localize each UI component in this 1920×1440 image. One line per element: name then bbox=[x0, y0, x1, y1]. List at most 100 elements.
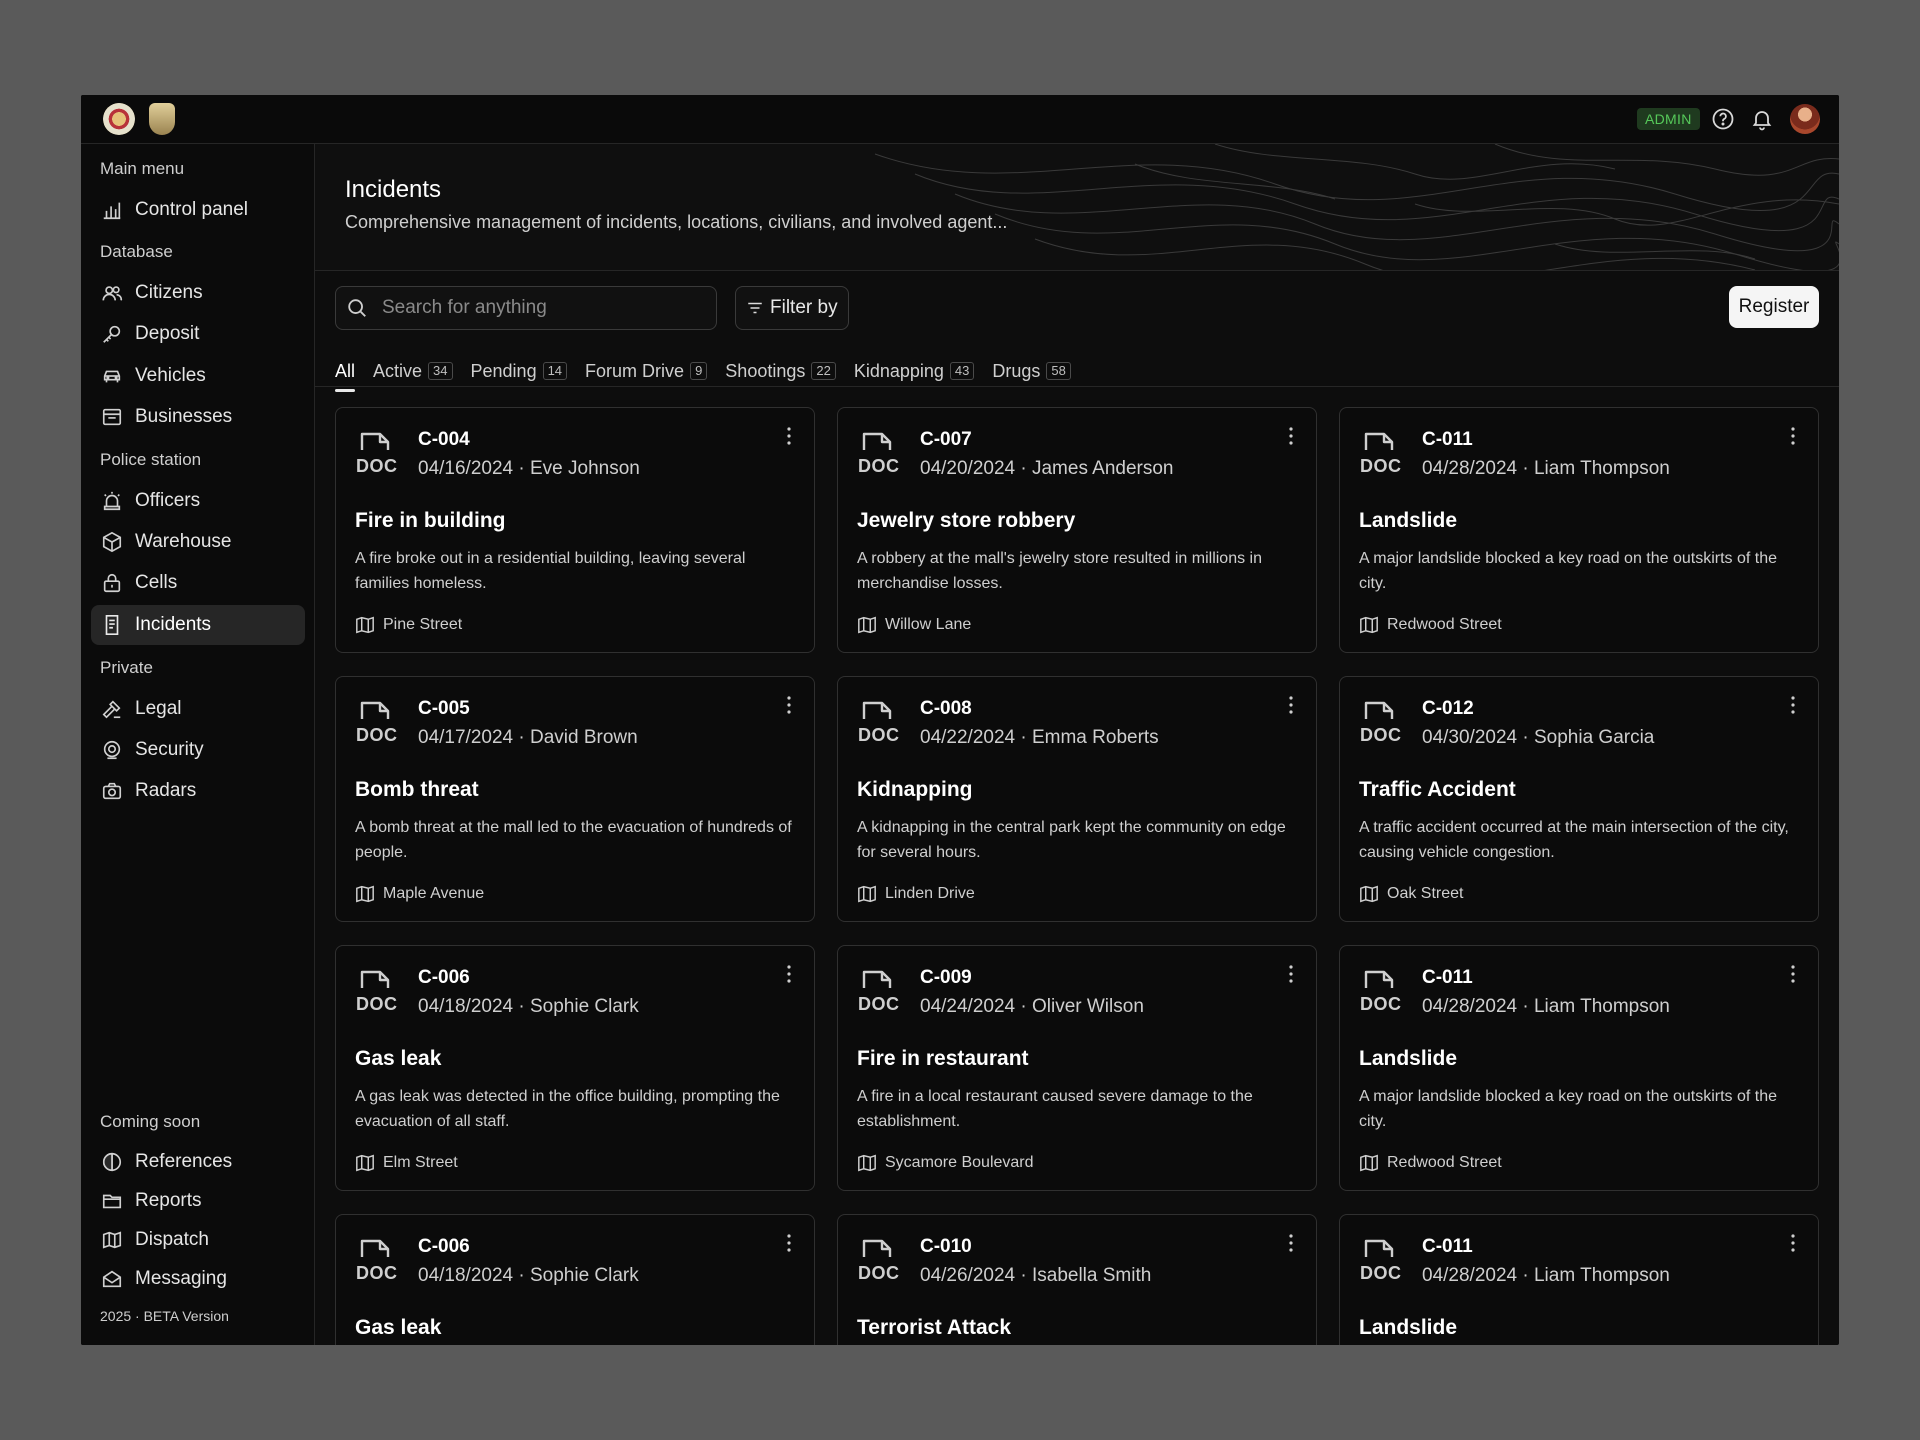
case-id: C-005 bbox=[418, 698, 470, 719]
case-meta: 04/26/2024 · Isabella Smith bbox=[920, 1265, 1152, 1286]
incident-card[interactable]: DOC C-012 04/30/2024 · Sophia Garcia Tra… bbox=[1339, 676, 1819, 922]
incident-location: Oak Street bbox=[1359, 885, 1463, 903]
sidebar-item-radars[interactable]: Radars bbox=[91, 771, 305, 811]
more-options-icon[interactable] bbox=[1288, 695, 1294, 715]
tab-count: 14 bbox=[542, 362, 568, 380]
doc-file-icon: DOC bbox=[858, 1239, 899, 1283]
siren-icon bbox=[103, 491, 121, 511]
case-meta: 04/28/2024 · Liam Thompson bbox=[1422, 996, 1670, 1017]
avatar[interactable] bbox=[1790, 104, 1820, 134]
report-icon bbox=[105, 615, 119, 635]
case-id: C-004 bbox=[418, 429, 470, 450]
bell-icon[interactable] bbox=[1750, 107, 1774, 131]
incident-card[interactable]: DOC C-006 04/18/2024 · Sophie Clark Gas … bbox=[335, 1214, 815, 1345]
incident-location: Linden Drive bbox=[857, 885, 975, 903]
sidebar-item-messaging[interactable]: Messaging bbox=[91, 1259, 305, 1299]
sidebar: Main menu Control panel Database Citizen… bbox=[81, 144, 315, 1345]
tab-drugs[interactable]: Drugs 58 bbox=[992, 356, 1071, 386]
incident-card[interactable]: DOC C-009 04/24/2024 · Oliver Wilson Fir… bbox=[837, 945, 1317, 1191]
sidebar-item-incidents[interactable]: Incidents bbox=[91, 605, 305, 645]
incident-card[interactable]: DOC C-006 04/18/2024 · Sophie Clark Gas … bbox=[335, 945, 815, 1191]
incident-description: A fire in a local restaurant caused seve… bbox=[857, 1088, 1253, 1130]
incident-card[interactable]: DOC C-007 04/20/2024 · James Anderson Je… bbox=[837, 407, 1317, 653]
tab-pending[interactable]: Pending 14 bbox=[471, 356, 568, 386]
filter-button[interactable]: Filter by bbox=[735, 286, 849, 330]
more-options-icon[interactable] bbox=[1288, 1233, 1294, 1253]
sidebar-item-label: Deposit bbox=[135, 323, 200, 344]
incident-title: Fire in building bbox=[355, 509, 506, 532]
sidebar-item-citizens[interactable]: Citizens bbox=[91, 273, 305, 313]
more-options-icon[interactable] bbox=[1790, 695, 1796, 715]
more-options-icon[interactable] bbox=[1288, 964, 1294, 984]
tab-count: 58 bbox=[1046, 362, 1071, 380]
location-label: Linden Drive bbox=[885, 885, 975, 902]
sidebar-item-security[interactable]: Security bbox=[91, 730, 305, 770]
case-meta: 04/30/2024 · Sophia Garcia bbox=[1422, 727, 1655, 748]
crest-logo[interactable] bbox=[103, 103, 135, 135]
help-icon[interactable] bbox=[1711, 107, 1735, 131]
section-label-police-station: Police station bbox=[100, 450, 202, 469]
tab-forum-drive[interactable]: Forum Drive 9 bbox=[585, 356, 708, 386]
more-options-icon[interactable] bbox=[1790, 1233, 1796, 1253]
incident-card[interactable]: DOC C-011 04/28/2024 · Liam Thompson Lan… bbox=[1339, 1214, 1819, 1345]
doc-file-icon: DOC bbox=[858, 432, 899, 476]
map-icon bbox=[102, 1231, 122, 1249]
search-box[interactable] bbox=[335, 286, 717, 330]
sidebar-item-references[interactable]: References bbox=[91, 1142, 305, 1182]
incident-title: Gas leak bbox=[355, 1047, 442, 1070]
incident-card[interactable]: DOC C-011 04/28/2024 · Liam Thompson Lan… bbox=[1339, 945, 1819, 1191]
sidebar-item-officers[interactable]: Officers bbox=[91, 481, 305, 521]
camera-icon bbox=[102, 782, 122, 800]
location-label: Oak Street bbox=[1387, 885, 1464, 902]
sidebar-item-cells[interactable]: Cells bbox=[91, 563, 305, 603]
case-meta: 04/28/2024 · Liam Thompson bbox=[1422, 458, 1670, 479]
case-id: C-011 bbox=[1422, 967, 1473, 988]
sidebar-item-businesses[interactable]: Businesses bbox=[91, 397, 305, 437]
admin-badge: ADMIN bbox=[1637, 108, 1700, 130]
sidebar-item-control-panel[interactable]: Control panel bbox=[91, 190, 305, 230]
more-options-icon[interactable] bbox=[1790, 426, 1796, 446]
tab-count: 9 bbox=[690, 362, 708, 380]
sidebar-item-label: Incidents bbox=[135, 614, 212, 635]
incident-location: Elm Street bbox=[355, 1154, 458, 1172]
more-options-icon[interactable] bbox=[786, 695, 792, 715]
more-options-icon[interactable] bbox=[1790, 964, 1796, 984]
incident-title: Landslide bbox=[1359, 1316, 1458, 1339]
sidebar-item-deposit[interactable]: Deposit bbox=[91, 314, 305, 354]
search-input[interactable] bbox=[380, 296, 704, 320]
doc-file-icon: DOC bbox=[1360, 701, 1401, 745]
top-bar: ADMIN bbox=[81, 95, 1839, 144]
incident-card[interactable]: DOC C-005 04/17/2024 · David Brown Bomb … bbox=[335, 676, 815, 922]
incident-description: A fire broke out in a residential buildi… bbox=[355, 550, 746, 592]
more-options-icon[interactable] bbox=[786, 1233, 792, 1253]
case-id: C-008 bbox=[920, 698, 972, 719]
tab-shootings[interactable]: Shootings 22 bbox=[725, 356, 836, 386]
tab-kidnapping[interactable]: Kidnapping 43 bbox=[854, 356, 975, 386]
incident-card[interactable]: DOC C-011 04/28/2024 · Liam Thompson Lan… bbox=[1339, 407, 1819, 653]
case-id: C-007 bbox=[920, 429, 972, 450]
incident-card[interactable]: DOC C-004 04/16/2024 · Eve Johnson Fire … bbox=[335, 407, 815, 653]
more-options-icon[interactable] bbox=[786, 426, 792, 446]
badge-logo[interactable] bbox=[149, 103, 175, 135]
svg-text:DOC: DOC bbox=[356, 456, 398, 476]
sidebar-item-dispatch[interactable]: Dispatch bbox=[91, 1220, 305, 1260]
tab-label: Active bbox=[373, 360, 423, 381]
sidebar-item-warehouse[interactable]: Warehouse bbox=[91, 522, 305, 562]
tab-all[interactable]: All bbox=[335, 356, 356, 392]
svg-text:DOC: DOC bbox=[1360, 994, 1402, 1014]
incident-card[interactable]: DOC C-010 04/26/2024 · Isabella Smith Te… bbox=[837, 1214, 1317, 1345]
map-icon bbox=[356, 616, 374, 634]
sidebar-item-vehicles[interactable]: Vehicles bbox=[91, 356, 305, 396]
tab-active[interactable]: Active 34 bbox=[373, 356, 453, 386]
incident-location: Pine Street bbox=[355, 616, 462, 634]
register-button[interactable]: Register bbox=[1729, 286, 1819, 328]
sidebar-item-label: Security bbox=[135, 739, 204, 760]
more-options-icon[interactable] bbox=[1288, 426, 1294, 446]
tab-label: All bbox=[335, 360, 356, 381]
sidebar-item-reports[interactable]: Reports bbox=[91, 1181, 305, 1221]
version-footer: 2025 · BETA Version bbox=[100, 1308, 229, 1324]
incident-card[interactable]: DOC C-008 04/22/2024 · Emma Roberts Kidn… bbox=[837, 676, 1317, 922]
sidebar-item-legal[interactable]: Legal bbox=[91, 689, 305, 729]
more-options-icon[interactable] bbox=[786, 964, 792, 984]
case-id: C-011 bbox=[1422, 429, 1473, 450]
